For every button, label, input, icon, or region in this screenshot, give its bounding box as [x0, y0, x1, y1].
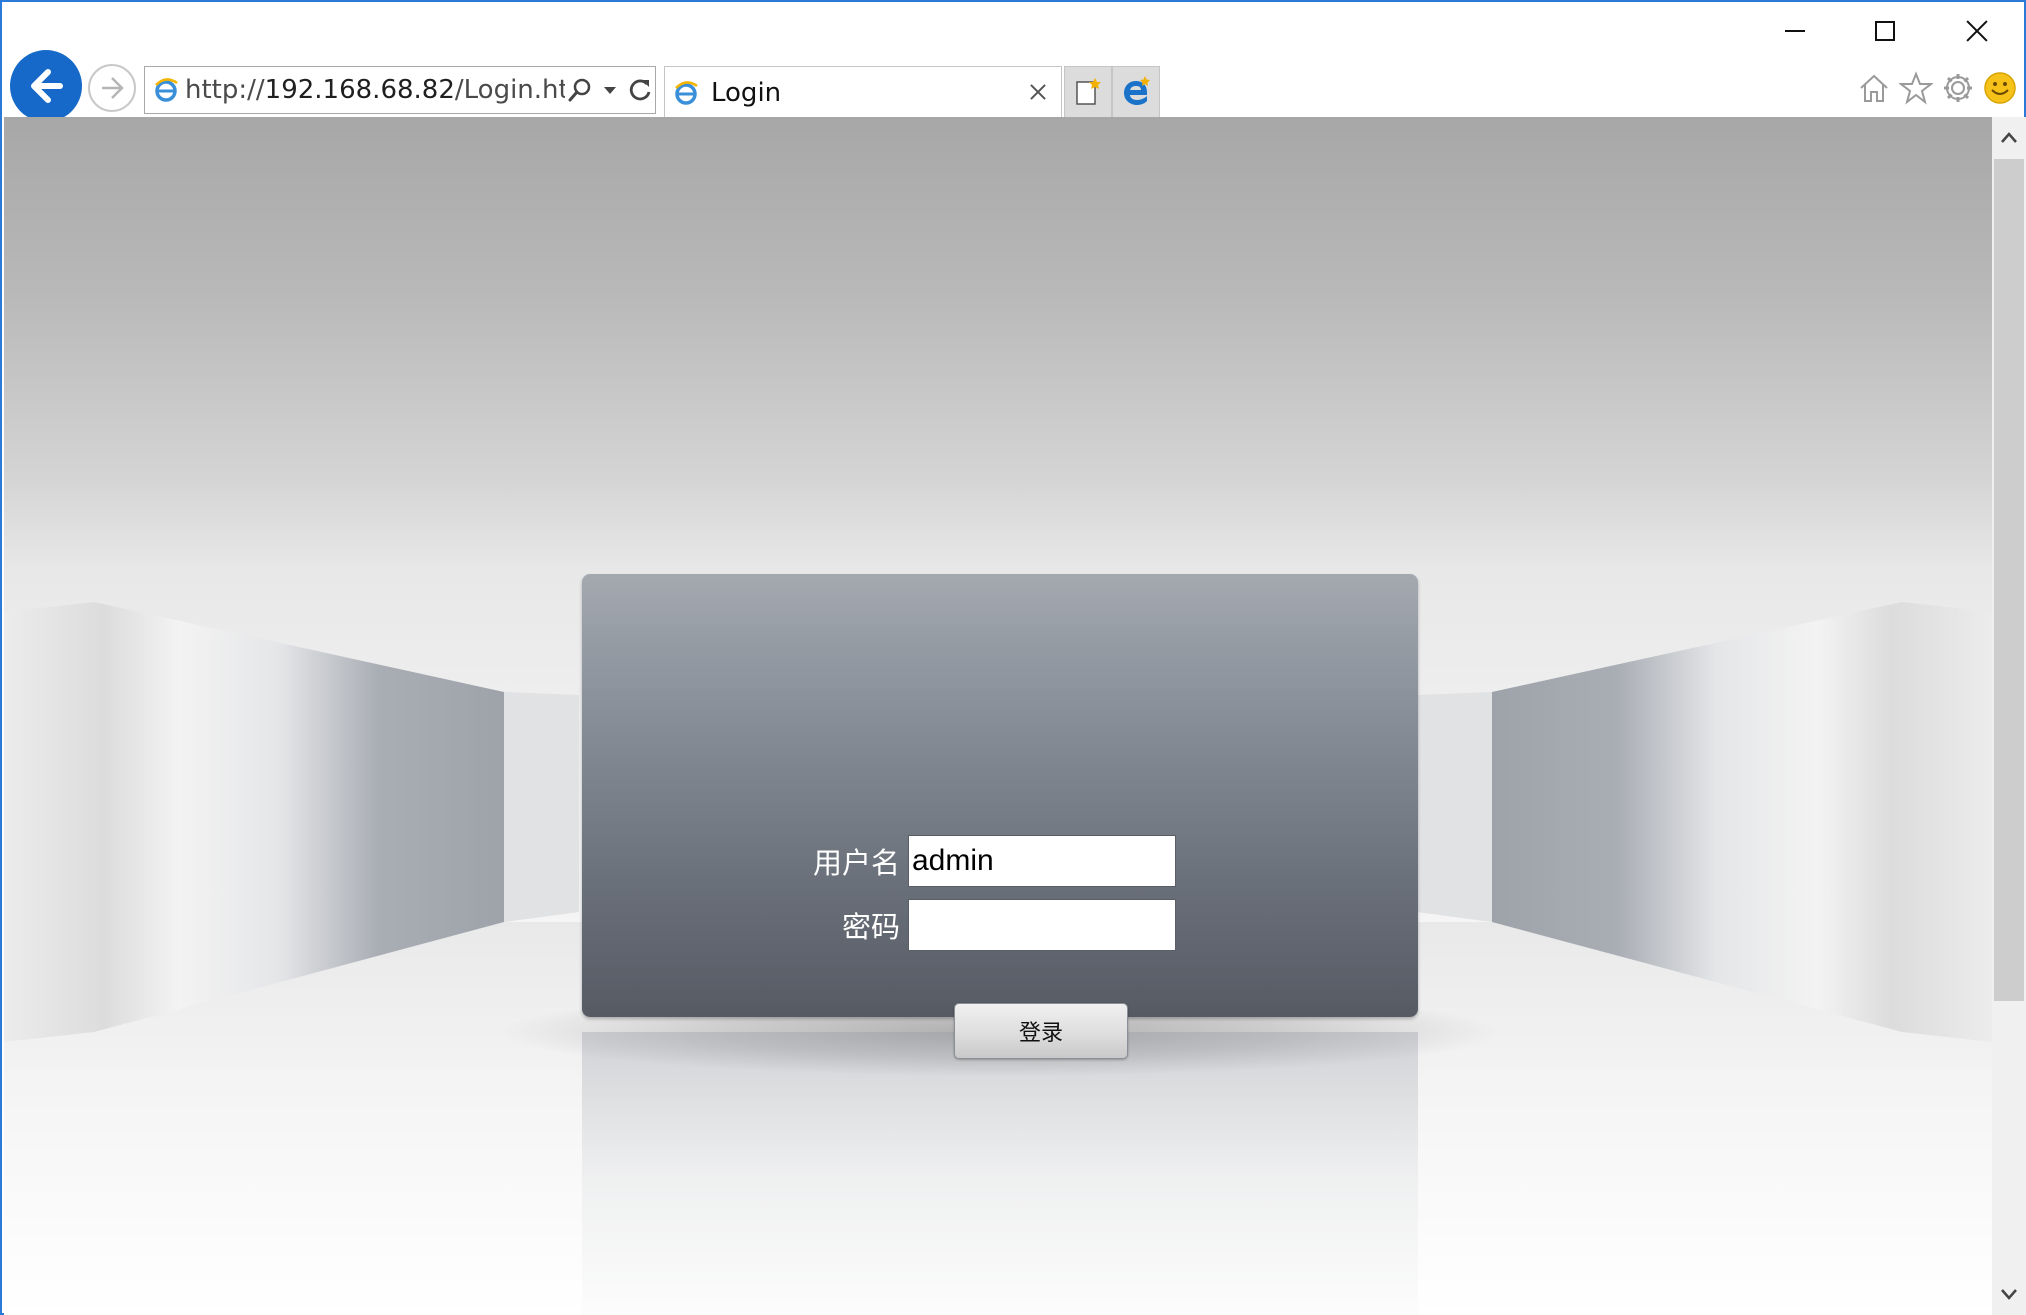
address-dropdown-button[interactable]	[595, 72, 625, 108]
smiley-icon	[1984, 72, 2016, 104]
page-viewport: 用户名 admin 密码 登录	[4, 117, 1992, 1315]
panel-reflection	[582, 1032, 1418, 1315]
forward-arrow-icon	[102, 77, 124, 99]
vertical-scrollbar[interactable]	[1992, 117, 2026, 1315]
forward-button[interactable]	[88, 64, 136, 112]
ie-page-icon	[155, 78, 178, 102]
refresh-button[interactable]	[625, 72, 655, 108]
feedback-button[interactable]	[1980, 68, 2020, 108]
url-host: 192.168.68.82	[264, 75, 455, 105]
minimize-icon	[1785, 30, 1805, 32]
new-tab-icon	[1076, 78, 1101, 105]
title-bar: http://192.168.68.82/Login.htm	[2, 2, 2024, 122]
password-row: 密码	[840, 899, 1176, 951]
chevron-down-icon	[2001, 1289, 2017, 1300]
close-window-button[interactable]	[1932, 10, 2022, 52]
login-button[interactable]: 登录	[954, 1003, 1128, 1059]
refresh-icon	[629, 79, 651, 101]
edge-icon	[1124, 76, 1150, 105]
scroll-thumb[interactable]	[1994, 159, 2024, 1001]
maximize-icon	[1875, 21, 1895, 41]
tab-close-icon[interactable]	[1023, 78, 1053, 108]
username-input[interactable]: admin	[908, 835, 1176, 887]
new-tab-button[interactable]	[1064, 66, 1112, 118]
open-edge-button[interactable]	[1112, 66, 1160, 118]
chevron-up-icon	[2001, 132, 2017, 143]
url-text[interactable]: http://192.168.68.82/Login.htm	[185, 75, 565, 105]
maximize-button[interactable]	[1840, 10, 1930, 52]
tab-login[interactable]: Login	[664, 66, 1062, 118]
url-path: /Login.htm	[454, 75, 565, 105]
close-icon	[1965, 19, 1989, 43]
favorites-button[interactable]	[1896, 68, 1936, 108]
username-row: 用户名 admin	[804, 835, 1176, 887]
tab-title: Login	[711, 77, 782, 108]
minimize-button[interactable]	[1750, 10, 1840, 52]
back-button[interactable]	[10, 50, 82, 122]
home-button[interactable]	[1854, 68, 1894, 108]
search-icon	[568, 78, 591, 102]
address-bar[interactable]: http://192.168.68.82/Login.htm	[144, 66, 656, 114]
password-label: 密码	[841, 910, 900, 944]
back-arrow-icon	[31, 69, 63, 103]
username-label: 用户名	[812, 846, 900, 880]
gear-icon	[1944, 74, 1972, 102]
search-button[interactable]	[565, 72, 595, 108]
chevron-down-icon	[604, 87, 616, 94]
url-prefix: http://	[185, 75, 265, 105]
star-icon	[1899, 71, 1933, 105]
scroll-up-button[interactable]	[1992, 121, 2026, 155]
home-icon	[1860, 74, 1888, 102]
tools-button[interactable]	[1938, 68, 1978, 108]
ie-page-icon	[675, 80, 698, 105]
scroll-down-button[interactable]	[1992, 1277, 2026, 1311]
browser-window: http://192.168.68.82/Login.htm	[0, 0, 2026, 1315]
password-input[interactable]	[908, 899, 1176, 951]
